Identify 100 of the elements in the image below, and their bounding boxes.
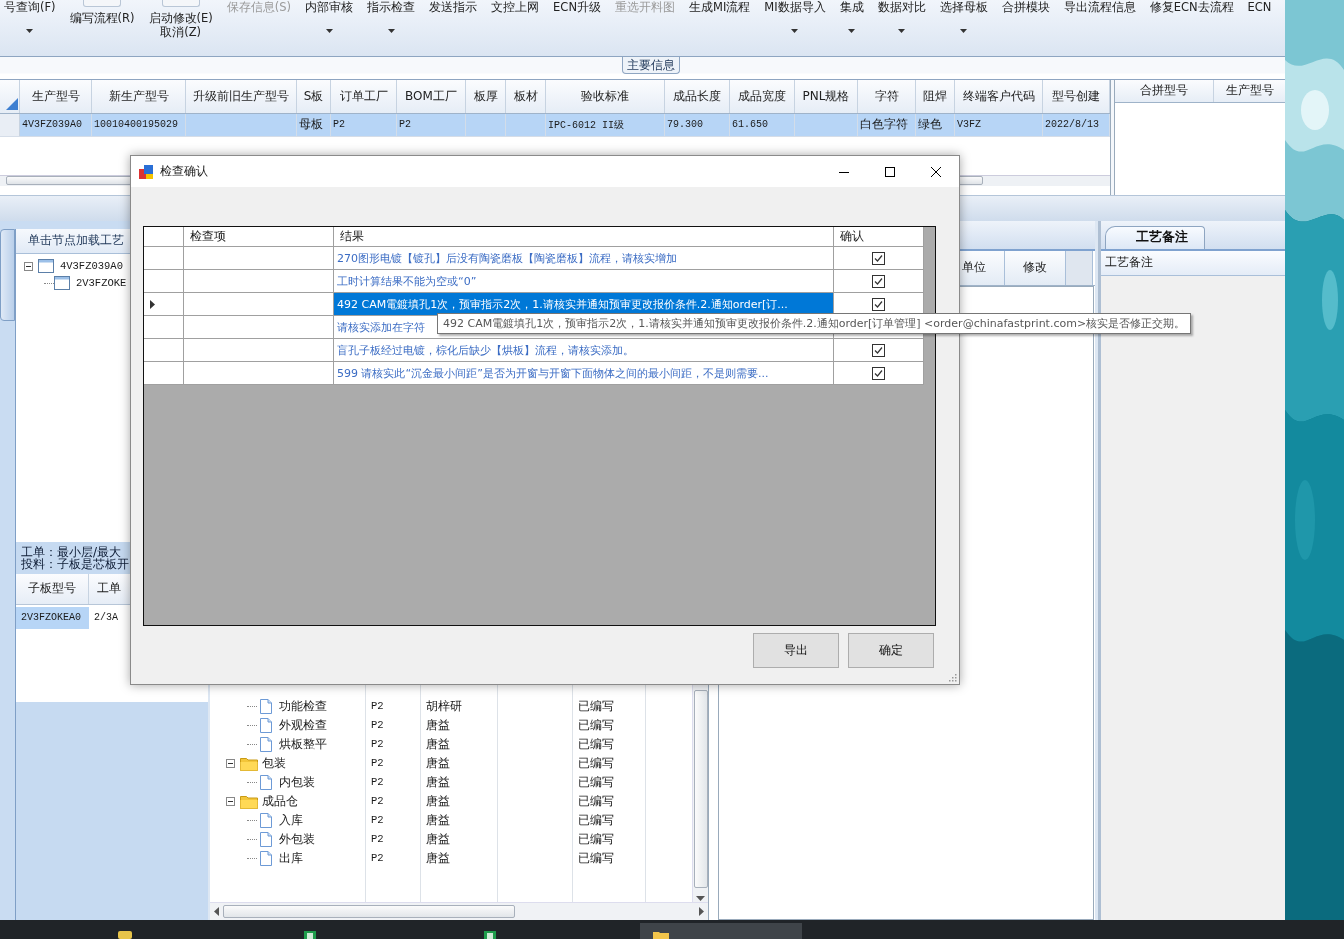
toolbar-button[interactable]: MI数据导入 [764,0,826,14]
checkbox[interactable] [872,297,885,311]
toolbar-button[interactable]: 发送指示 [429,0,478,14]
column-header[interactable]: BOM工厂 [397,79,466,113]
collapse-icon[interactable] [23,261,33,271]
tree-item[interactable]: 入库 [279,811,303,829]
dropdown-caret-icon[interactable] [791,29,799,33]
tree-item[interactable]: 外观检查 [279,716,327,734]
table-cell: 10010400195029 [92,113,186,136]
document-icon [257,812,275,828]
toolbar-button[interactable]: 取消(Z) [160,25,202,39]
toolbar-button[interactable]: ECN [1247,0,1272,14]
column-header[interactable]: 板厚 [466,79,506,113]
toolbar-button[interactable]: 集成 [839,0,864,14]
checkbox[interactable] [872,366,885,380]
dropdown-caret-icon[interactable] [898,29,906,33]
table-row[interactable]: 4V3FZ039A0 10010400195029 母板 P2 P2 IPC-6012 II级 79.300 61.650 白色字符 绿色 V3FZ 2022/8/13 [0,113,1110,137]
column-header[interactable]: S板 [297,79,331,113]
dropdown-caret-icon[interactable] [387,29,395,33]
toolbar-button[interactable]: ECN升级 [553,0,601,14]
toolbar-button[interactable]: 号查询(F) [4,0,56,14]
dropdown-caret-icon[interactable] [848,29,856,33]
column-header[interactable]: 子板型号 [15,573,89,604]
column-header[interactable]: 型号创建 [1043,79,1110,113]
column-header[interactable]: 生产型号 [20,79,92,113]
folder-icon [240,793,258,809]
window-icon [139,164,153,179]
row-header[interactable] [144,362,184,385]
tree-item[interactable]: 烘板整平 [279,735,327,753]
toolbar-button[interactable]: 内部审核 [305,0,354,14]
column-header[interactable]: 验收标准 [546,79,665,113]
checkbox[interactable] [872,251,885,265]
tab[interactable]: 工艺备注 [1105,225,1205,249]
table-cell: 已编写 [578,849,614,867]
collapse-icon[interactable] [226,758,235,768]
column-header[interactable]: 阻焊 [916,79,955,113]
column-header[interactable]: 订单工厂 [331,79,397,113]
column-header[interactable]: 字符 [858,79,916,113]
info-text: 投料：子板是芯板开 [20,557,130,570]
tree-item[interactable]: 成品仓 [262,792,298,810]
dropdown-caret-icon[interactable] [960,29,968,33]
collapse-icon[interactable] [226,796,235,806]
dropdown-caret-icon[interactable] [26,29,34,33]
toolbar-button[interactable]: 编写流程(R) [69,11,135,25]
column-header[interactable]: 成品长度 [665,79,730,113]
table-cell: P2 [371,795,384,808]
document-icon [257,850,275,866]
tree-item[interactable]: 内包装 [279,773,315,791]
table-cell: P2 [371,852,384,865]
checkbox[interactable] [872,274,885,288]
scroll-right-icon[interactable] [699,907,704,916]
maximize-icon [885,166,895,177]
toolbar-button[interactable]: 数据对比 [877,0,926,14]
column-header[interactable]: 成品宽度 [730,79,795,113]
document-icon [257,774,275,790]
column-header[interactable]: 修改 [1005,250,1066,285]
folder-icon [652,929,670,939]
tree-item[interactable]: 包装 [262,754,286,772]
window-icon [53,276,70,291]
tree-item[interactable]: 功能检查 [279,697,327,715]
table-cell: P2 [371,776,384,789]
table-cell: P2 [371,700,384,713]
toolbar-button[interactable]: 导出流程信息 [1063,0,1136,14]
table-row[interactable]: 2V3FZOKEA0 2/3A [15,606,208,629]
toolbar-button[interactable]: 生成MI流程 [689,0,751,14]
dialog-button[interactable]: 确定 [848,633,934,668]
resize-grip-icon[interactable] [947,672,957,682]
dialog-button[interactable]: 导出 [753,633,839,668]
tree-item[interactable]: 外包装 [279,830,315,848]
table-cell: 已编写 [578,716,614,734]
table-cell: 白色字符 [858,113,916,136]
dropdown-caret-icon[interactable] [325,29,333,33]
table-cell: 79.300 [665,113,730,136]
taskbar-button[interactable] [640,923,802,939]
column-header[interactable]: 升级前旧生产型号 [186,79,297,113]
checkbox[interactable] [872,343,885,357]
table-cell: V3FZ [955,113,1043,136]
column-header[interactable]: 合拼型号 [1115,79,1214,102]
scroll-left-icon[interactable] [214,907,219,916]
scrollbar-thumb[interactable] [693,689,708,888]
toolbar-button[interactable]: 合拼模块 [1001,0,1050,14]
column-header[interactable]: PNL规格 [795,79,858,113]
toolbar-button[interactable]: 修复ECN去流程 [1149,0,1234,14]
folder-icon [240,755,258,771]
table-cell: 唐益 [426,773,450,791]
toolbar-button[interactable]: 选择母板 [939,0,988,14]
scrollbar-thumb[interactable] [223,905,515,918]
button-image [83,0,122,7]
toolbar-button[interactable]: 启动修改(E) [148,11,213,25]
tree-item[interactable]: 4V3FZ039A0 [59,260,123,273]
table-cell: 4V3FZ039A0 [20,113,92,136]
toolbar-button[interactable]: 文控上网 [491,0,540,14]
table-cell: 已编写 [578,811,614,829]
column-header[interactable]: 板材 [506,79,546,113]
tree-item[interactable]: 出库 [279,849,303,867]
table-cell: 母板 [297,113,331,136]
toolbar-button[interactable]: 指示检查 [367,0,416,14]
column-header[interactable]: 新生产型号 [92,79,186,113]
tree-item[interactable]: 2V3FZOKE [75,277,127,290]
column-header[interactable]: 终端客户代码 [955,79,1043,113]
